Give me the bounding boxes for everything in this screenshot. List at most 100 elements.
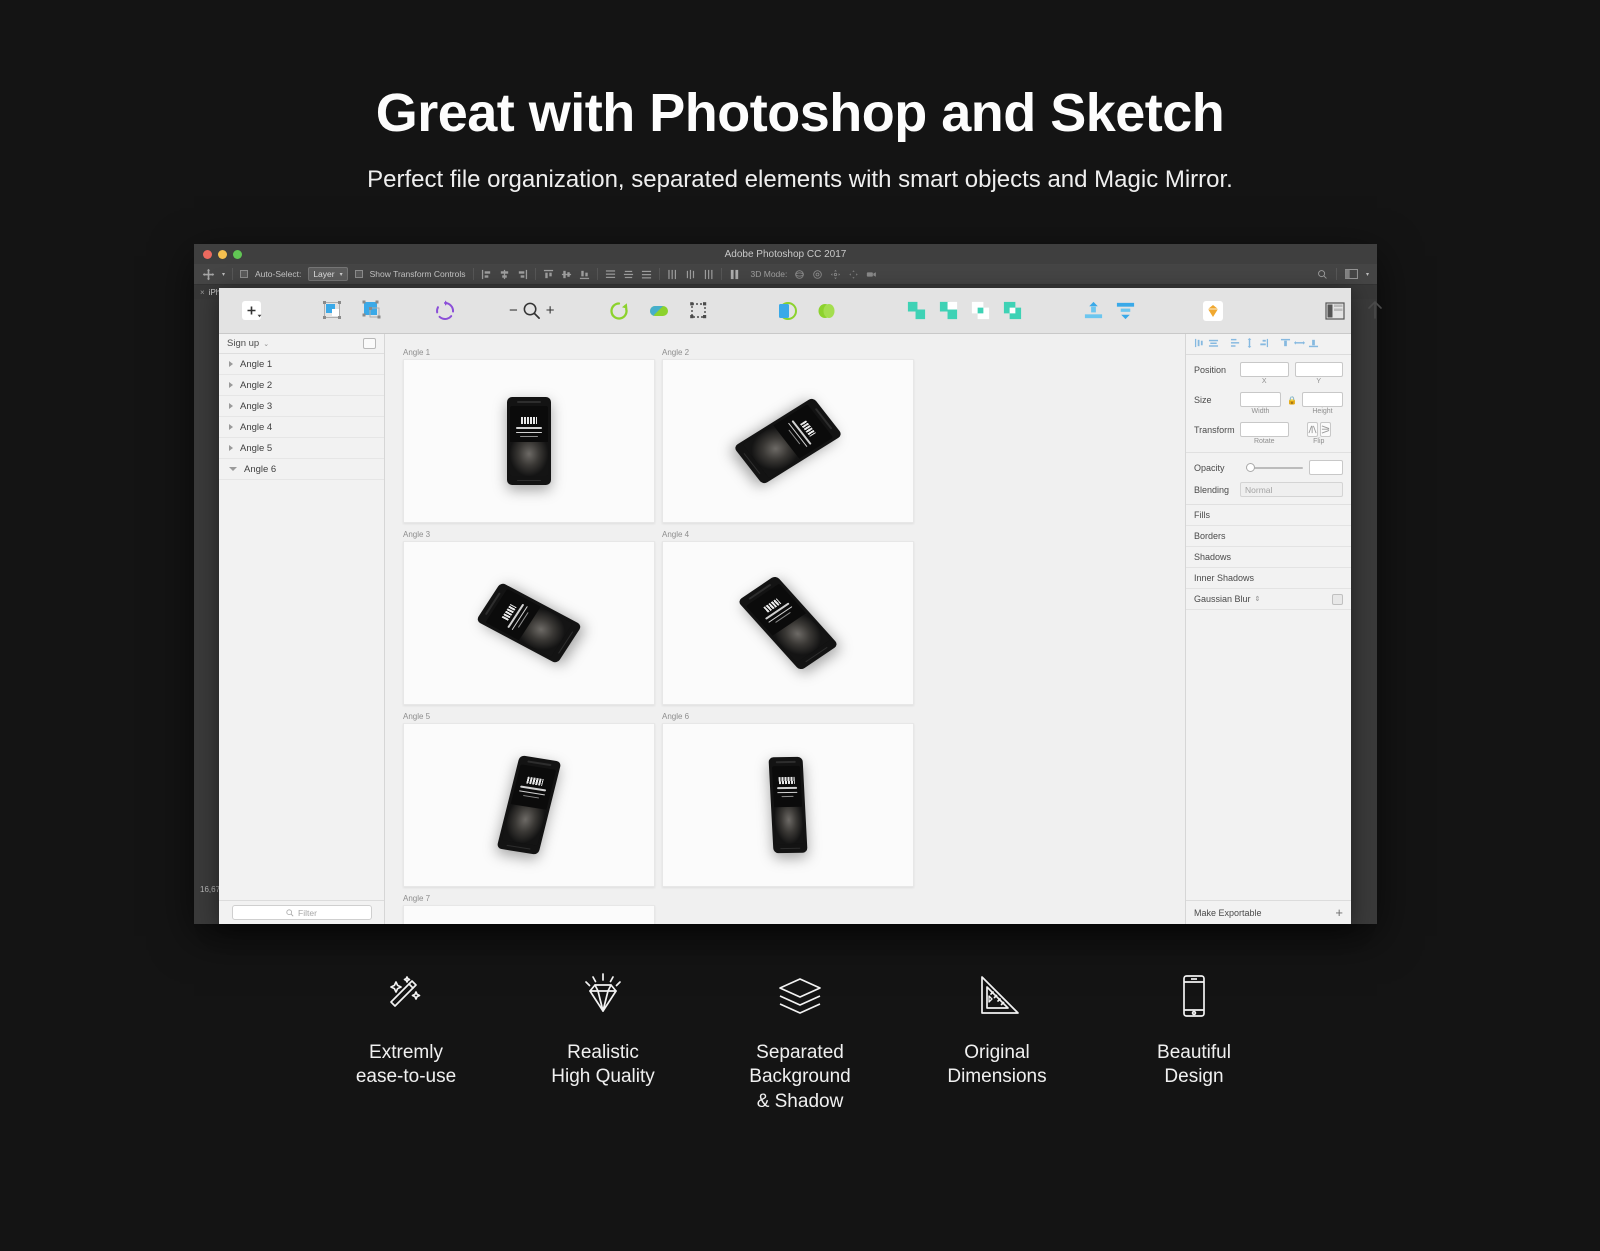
align-center-icon[interactable] — [1208, 335, 1219, 353]
flip-horizontal-button[interactable] — [1306, 422, 1318, 437]
artboard[interactable]: Angle 2 — [662, 348, 914, 523]
artboard-frame[interactable] — [403, 541, 655, 705]
align-top-icon[interactable] — [1230, 335, 1241, 353]
layer-row[interactable]: Angle 1 — [219, 354, 384, 375]
disclosure-triangle-icon[interactable] — [229, 382, 233, 388]
rotate-input[interactable] — [1240, 422, 1289, 437]
artboard-label[interactable]: Angle 6 — [662, 712, 914, 721]
canvas[interactable]: Angle 1 Angle 2 Angle 3 Angle 4 Angle 5 … — [385, 334, 1185, 924]
insert-icon[interactable] — [235, 294, 275, 328]
scissors-icon[interactable] — [807, 294, 847, 328]
opacity-input[interactable] — [1309, 460, 1343, 475]
layer-row[interactable]: Angle 2 — [219, 375, 384, 396]
layer-row[interactable]: Angle 6 — [219, 459, 384, 480]
intersect-icon[interactable] — [969, 294, 993, 328]
ungroup-icon[interactable] — [1115, 294, 1137, 328]
align-horizontal-centers-icon[interactable] — [499, 269, 510, 280]
disclosure-triangle-icon[interactable] — [229, 361, 233, 367]
artboard-frame[interactable] — [403, 905, 655, 924]
auto-select-checkbox[interactable] — [240, 270, 249, 278]
artboard-frame[interactable] — [662, 359, 914, 523]
opacity-slider-knob[interactable] — [1246, 463, 1255, 472]
subtract-icon[interactable] — [937, 294, 961, 328]
disclosure-triangle-icon[interactable] — [229, 467, 237, 471]
distribute-vertical-icon[interactable] — [1244, 335, 1255, 353]
move-tool-chevron-icon[interactable]: ▾ — [222, 271, 225, 278]
blending-dropdown[interactable]: Normal — [1240, 482, 1343, 497]
align-right-edges-icon[interactable] — [517, 269, 528, 280]
workspace-switcher-icon[interactable] — [1345, 269, 1358, 279]
union-icon[interactable] — [905, 294, 929, 328]
distribute-hcenter-icon[interactable] — [685, 269, 696, 280]
zoom-in-icon[interactable]: + — [546, 302, 555, 319]
size-height-input[interactable] — [1302, 392, 1343, 407]
artboard-label[interactable]: Angle 7 — [403, 894, 655, 903]
distribute-left-icon[interactable] — [667, 269, 678, 280]
rotate-copies-icon[interactable] — [425, 294, 465, 328]
difference-icon[interactable] — [1001, 294, 1025, 328]
scale-icon[interactable] — [313, 294, 353, 328]
artboard[interactable]: Angle 1 — [403, 348, 655, 523]
resize-icon[interactable] — [353, 294, 393, 328]
move-tool-icon[interactable] — [202, 268, 215, 281]
distribute-top-icon[interactable] — [605, 269, 616, 280]
artboard-label[interactable]: Angle 5 — [403, 712, 655, 721]
artboard[interactable]: Angle 4 — [662, 530, 914, 705]
camera-3d-icon[interactable] — [866, 269, 878, 280]
workspace-chevron-icon[interactable]: ▾ — [1366, 271, 1369, 278]
distribute-bottom-icon[interactable] — [641, 269, 652, 280]
distribute-center-icon[interactable] — [623, 269, 634, 280]
artboard-frame[interactable] — [403, 723, 655, 887]
artboard-frame[interactable] — [662, 723, 914, 887]
page-selector[interactable]: Sign up ⌄ — [219, 334, 384, 354]
zoom-icon[interactable] — [520, 294, 544, 328]
position-x-input[interactable] — [1240, 362, 1289, 377]
distribute-right-icon[interactable] — [703, 269, 714, 280]
document-tab[interactable]: × iPh — [200, 288, 220, 297]
shadows-section[interactable]: Shadows — [1186, 547, 1351, 568]
roll-3d-icon[interactable] — [812, 269, 823, 280]
artboard[interactable]: Angle 7 — [403, 894, 655, 924]
artboard-frame[interactable] — [403, 359, 655, 523]
layer-filter-input[interactable]: Filter — [231, 905, 372, 920]
sketch-cloud-icon[interactable] — [1193, 294, 1233, 328]
disclosure-triangle-icon[interactable] — [229, 424, 233, 430]
opacity-slider[interactable] — [1246, 462, 1303, 473]
align-left-edges-icon[interactable] — [481, 269, 492, 280]
transform-icon[interactable] — [679, 294, 719, 328]
artboard-label[interactable]: Angle 2 — [662, 348, 914, 357]
align-left-icon[interactable] — [1194, 335, 1205, 353]
layer-row[interactable]: Angle 4 — [219, 417, 384, 438]
layer-row[interactable]: Angle 3 — [219, 396, 384, 417]
inner-shadows-section[interactable]: Inner Shadows — [1186, 568, 1351, 589]
search-icon[interactable] — [1317, 269, 1328, 280]
artboard-label[interactable]: Angle 3 — [403, 530, 655, 539]
align-top-edges-icon[interactable] — [543, 269, 554, 280]
auto-select-dropdown[interactable]: Layer ▾ — [308, 267, 348, 281]
zoom-out-icon[interactable]: − — [509, 302, 518, 319]
artboard[interactable]: Angle 6 — [662, 712, 914, 887]
artboard[interactable]: Angle 5 — [403, 712, 655, 887]
layer-row[interactable]: Angle 5 — [219, 438, 384, 459]
artboard-label[interactable]: Angle 4 — [662, 530, 914, 539]
add-page-button[interactable] — [363, 338, 376, 349]
group-icon[interactable] — [1083, 294, 1105, 328]
position-y-field[interactable]: Y — [1294, 362, 1343, 385]
fills-section[interactable]: Fills — [1186, 505, 1351, 526]
align-right-icon[interactable] — [1258, 335, 1269, 353]
toggle-layout-icon[interactable] — [1315, 294, 1355, 328]
pan-3d-icon[interactable] — [830, 269, 841, 280]
rotate-field[interactable]: Rotate — [1240, 422, 1289, 445]
align-options-icon[interactable] — [729, 269, 740, 280]
distribute-horizontal-icon[interactable] — [1294, 335, 1305, 353]
align-bottom-edges-icon[interactable] — [1308, 335, 1319, 353]
flip-vertical-button[interactable] — [1319, 422, 1331, 437]
borders-section[interactable]: Borders — [1186, 526, 1351, 547]
make-exportable-row[interactable]: Make Exportable + — [1186, 900, 1351, 924]
flatten-icon[interactable] — [639, 294, 679, 328]
close-icon[interactable]: × — [200, 288, 205, 297]
size-width-input[interactable] — [1240, 392, 1281, 407]
gaussian-blur-checkbox[interactable] — [1332, 593, 1343, 605]
add-export-icon[interactable]: + — [1335, 906, 1343, 919]
slide-3d-icon[interactable] — [848, 269, 859, 280]
